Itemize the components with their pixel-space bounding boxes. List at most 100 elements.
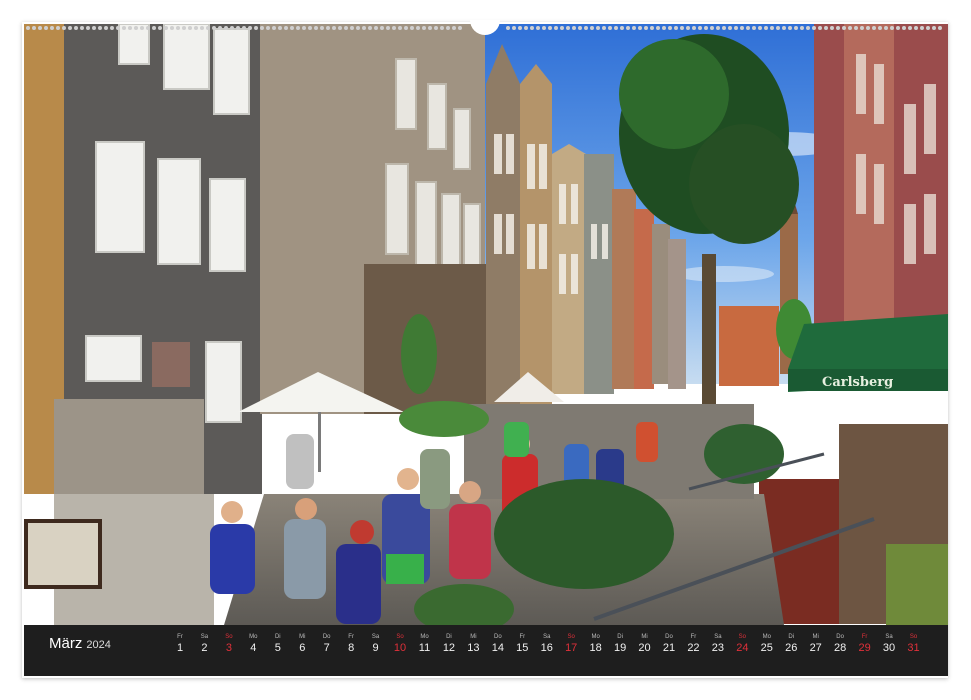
- binding-hole: [692, 26, 696, 30]
- binding-hole: [842, 26, 846, 30]
- binding-hole: [902, 26, 906, 30]
- year-label: 2024: [86, 639, 111, 651]
- weekday-label: So: [396, 634, 404, 640]
- binding-hole: [506, 26, 510, 30]
- binding-hole: [146, 26, 150, 30]
- street-photo: Carlsberg: [24, 24, 948, 625]
- day-number: 22: [687, 642, 700, 654]
- binding-hole: [68, 26, 72, 30]
- day-number: 4: [250, 642, 257, 654]
- binding-hole: [170, 26, 174, 30]
- binding-hole: [386, 26, 390, 30]
- binding-hole: [776, 26, 780, 30]
- day-number: 10: [393, 642, 407, 654]
- binding-hole: [206, 26, 210, 30]
- binding-hole: [920, 26, 924, 30]
- weekday-label: Mi: [470, 634, 477, 640]
- binding-hole: [74, 26, 78, 30]
- binding-hole: [584, 26, 588, 30]
- binding-hole: [824, 26, 828, 30]
- binding-hole: [932, 26, 936, 30]
- binding-hole: [782, 26, 786, 30]
- day-3: So 3: [217, 633, 241, 655]
- weekday-label: Di: [274, 634, 281, 640]
- binding-hole: [134, 26, 138, 30]
- binding-hole: [662, 26, 666, 30]
- binding-hole: [614, 26, 618, 30]
- weekday-label: Fr: [348, 634, 354, 640]
- weekday-label: So: [738, 634, 747, 640]
- weekday-label: So: [567, 634, 575, 640]
- binding-hole: [98, 26, 102, 30]
- day-20: Mi 20: [633, 633, 657, 655]
- day-15: Fr 15: [510, 633, 534, 655]
- binding-hole: [800, 26, 804, 30]
- binding-hole: [704, 26, 708, 30]
- day-number: 30: [882, 642, 896, 654]
- day-number: 2: [201, 642, 208, 654]
- day-number: 6: [299, 642, 306, 654]
- binding-hole: [260, 26, 264, 30]
- binding-hole: [806, 26, 810, 30]
- binding-hole: [110, 26, 114, 30]
- binding-hole: [404, 26, 408, 30]
- binding-hole: [632, 26, 636, 30]
- binding-hole: [818, 26, 822, 30]
- binding-hole: [296, 26, 300, 30]
- binding-hole: [26, 26, 30, 30]
- binding-hole: [602, 26, 606, 30]
- day-6: Mi 6: [290, 633, 314, 655]
- day-number: 8: [348, 642, 355, 654]
- day-number: 26: [785, 642, 798, 654]
- day-9: Sa 9: [364, 633, 388, 655]
- binding-hole: [440, 26, 444, 30]
- binding-hole: [92, 26, 96, 30]
- binding-hole: [752, 26, 756, 30]
- binding-hole: [908, 26, 912, 30]
- binding-hole: [140, 26, 144, 30]
- binding-hole: [428, 26, 432, 30]
- weekday-label: Sa: [200, 634, 209, 640]
- binding-hole: [938, 26, 942, 30]
- binding-hole: [734, 26, 738, 30]
- binding-hole: [728, 26, 732, 30]
- binding-hole: [122, 26, 126, 30]
- binding-hole: [788, 26, 792, 30]
- weekday-label: Mi: [299, 634, 306, 640]
- day-4: Mo 4: [241, 633, 265, 655]
- weekday-label: Fr: [861, 634, 868, 640]
- day-number: 9: [372, 642, 379, 654]
- binding-hole: [740, 26, 744, 30]
- binding-hole: [200, 26, 204, 30]
- binding-hole: [896, 26, 900, 30]
- day-number: 16: [540, 642, 553, 654]
- binding-hole: [158, 26, 162, 30]
- binding-hole: [392, 26, 396, 30]
- binding-hole: [548, 26, 552, 30]
- binding-hole: [644, 26, 648, 30]
- binding-hole: [164, 26, 168, 30]
- day-number: 18: [589, 642, 602, 654]
- binding-hole: [128, 26, 132, 30]
- day-1: Fr 1: [168, 633, 192, 655]
- day-number: 24: [736, 642, 749, 654]
- binding-hole: [176, 26, 180, 30]
- day-number: 31: [907, 642, 920, 654]
- day-number: 3: [225, 642, 232, 654]
- day-26: Di 26: [779, 633, 803, 655]
- day-7: Do 7: [315, 633, 339, 655]
- day-number: 19: [613, 642, 627, 654]
- day-number: 27: [809, 642, 822, 654]
- binding-hole: [590, 26, 594, 30]
- binding-hole: [764, 26, 768, 30]
- day-8: Fr 8: [339, 633, 363, 655]
- binding-hole: [248, 26, 252, 30]
- binding-hole: [860, 26, 864, 30]
- day-5: Di 5: [266, 633, 290, 655]
- weekday-label: Di: [617, 634, 623, 640]
- binding-hole: [626, 26, 630, 30]
- binding-hole: [368, 26, 372, 30]
- binding-hole: [194, 26, 198, 30]
- weekday-label: Di: [446, 634, 452, 640]
- day-2: Sa 2: [192, 633, 216, 655]
